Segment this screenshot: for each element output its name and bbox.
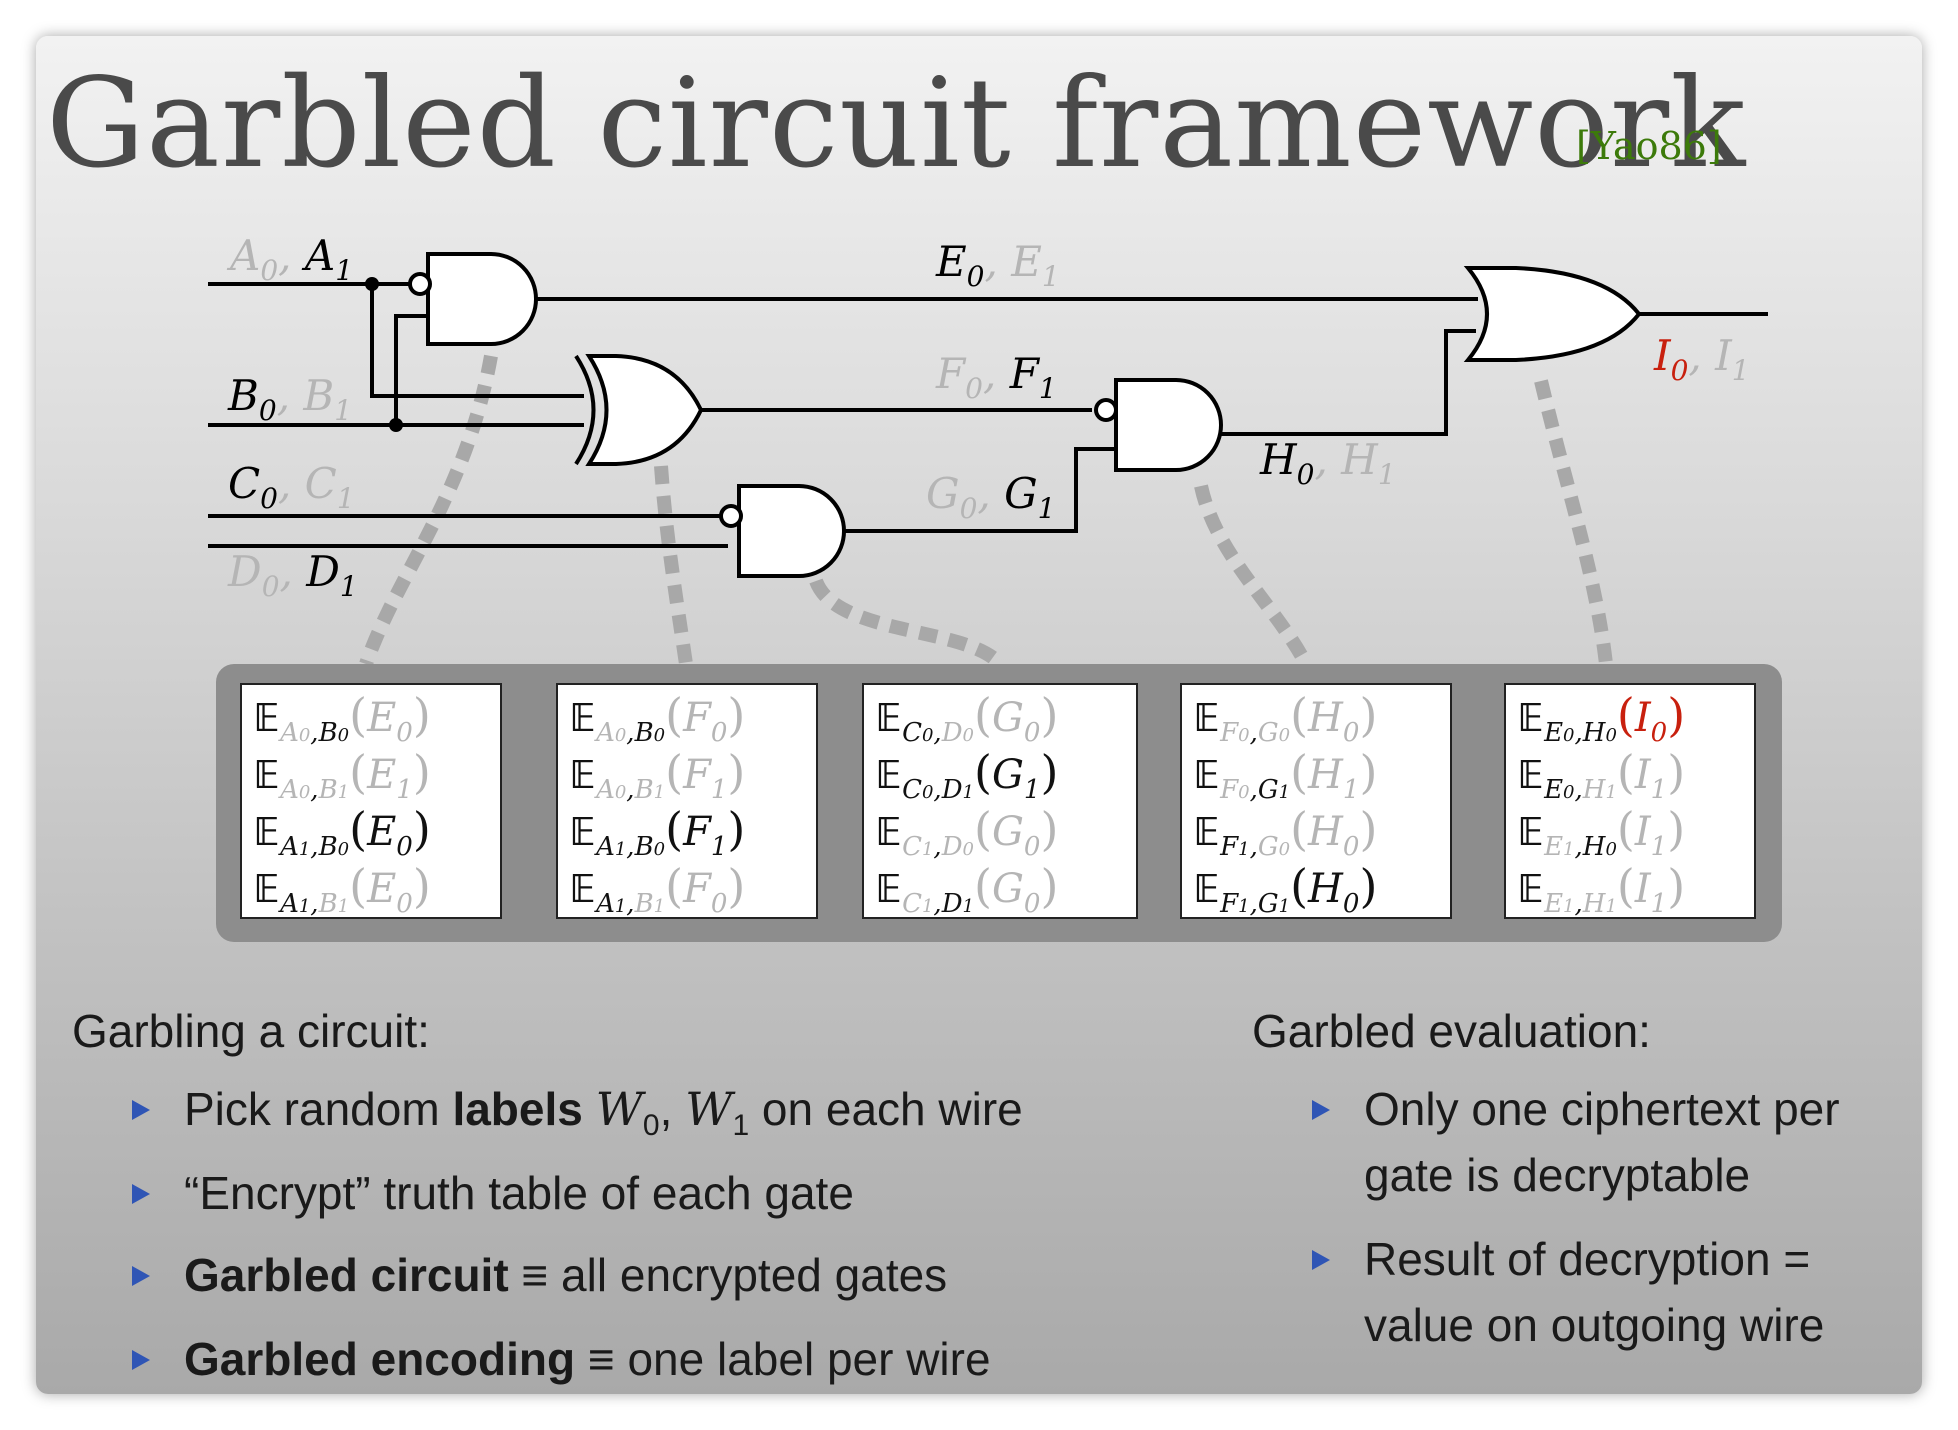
table-row: 𝔼F1,G0(H0) [1194,802,1378,862]
bullet-triangle-icon [132,1184,150,1204]
bullet-triangle-icon [132,1350,150,1370]
garbling-bullet-circuit: Garbled circuit ≡ all encrypted gates [132,1242,947,1308]
wire-label-g: G0, G1 [926,469,1055,525]
wire-label-f: F0, F1 [935,349,1057,405]
bullet-triangle-icon [132,1100,150,1120]
garbled-table-xor-a-b: 𝔼A0,B0(F0) 𝔼A0,B1(F1) 𝔼A1,B0(F1) 𝔼A1,B1(F0) [556,683,818,919]
wire-label-a: A0, A1 [226,231,353,287]
table-row: 𝔼F1,G1(H0) [1194,859,1378,919]
wire-label-d: D0, D1 [227,547,358,603]
or-gate-eh [1463,266,1642,362]
bullet-triangle-icon [1312,1250,1330,1270]
garbled-table-or-e-h: 𝔼E0,H0(I0) 𝔼E0,H1(I1) 𝔼E1,H0(I1) 𝔼E1,H1(I1) [1504,683,1756,919]
and-gate-cd [737,484,846,578]
table-row: 𝔼A0,B1(E1) [254,745,431,805]
xor-gate-ab [585,354,704,466]
slide: Garbled circuit framework [Yao86] A0, A1… [36,36,1922,1394]
table-row: 𝔼A0,B0(E0) [254,688,431,748]
evaluation-bullet-one-ciphertext: Only one ciphertext per gate is decryptab… [1312,1076,1840,1208]
wire-label-e: E0, E1 [935,237,1060,293]
garbling-bullet-encrypt: “Encrypt” truth table of each gate [132,1160,854,1226]
connector-and-cd [809,577,1006,670]
garbling-bullet-encoding: Garbled encoding ≡ one label per wire [132,1326,991,1392]
table-row: 𝔼A1,B0(F1) [570,802,746,862]
table-row: 𝔼E1,H0(I1) [1518,802,1686,862]
table-row: 𝔼A1,B0(E0) [254,802,431,862]
table-row: 𝔼F0,G1(H1) [1194,745,1378,805]
bullet-triangle-icon [1312,1100,1330,1120]
table-row: 𝔼F0,G0(H0) [1194,688,1378,748]
wire-h [1221,329,1476,436]
table-row: 𝔼C0,D1(G1) [876,745,1059,805]
garbling-bullet-labels: Pick random labels W0, W1 on each wire [132,1076,1023,1159]
garbling-heading: Garbling a circuit: [72,1005,430,1057]
garbled-table-and-c-d: 𝔼C0,D0(G0) 𝔼C0,D1(G1) 𝔼C1,D0(G0) 𝔼C1,D1(G0) [862,683,1138,919]
junction-a [365,277,379,291]
and-gate-ab [426,252,538,346]
inverter-bubble-a [408,272,432,296]
table-row: 𝔼C0,D0(G0) [876,688,1059,748]
wire-label-h: H0, H1 [1259,435,1396,491]
evaluation-bullet-result: Result of decryption = value on outgoing … [1312,1226,1824,1358]
table-row: 𝔼A1,B1(E0) [254,859,431,919]
table-row: 𝔼C1,D1(G0) [876,859,1059,919]
connector-and-ab [359,354,498,667]
garbled-table-and-f-g: 𝔼F0,G0(H0) 𝔼F0,G1(H1) 𝔼F1,G0(H0) 𝔼F1,G1(H0) [1180,683,1452,919]
table-row: 𝔼A0,B0(F0) [570,688,746,748]
table-row: 𝔼E1,H1(I1) [1518,859,1686,919]
wire-label-b: B0, B1 [227,371,352,427]
table-row: 𝔼C1,D0(G0) [876,802,1059,862]
wire-b-branch [394,314,428,425]
table-row: 𝔼A1,B1(F0) [570,859,746,919]
connector-and-fg [1194,484,1313,668]
table-row: 𝔼E0,H0(I0) [1518,688,1686,748]
xor-gate-ab-back [574,354,596,466]
evaluation-heading: Garbled evaluation: [1252,1005,1651,1057]
bullet-triangle-icon [132,1266,150,1286]
wire-label-i: I0, I1 [1653,331,1750,387]
table-row: 𝔼E0,H1(I1) [1518,745,1686,805]
connector-or-eh [1534,379,1613,665]
garbled-table-and-a-b: 𝔼A0,B0(E0) 𝔼A0,B1(E1) 𝔼A1,B0(E0) 𝔼A1,B1(E0) [240,683,502,919]
junction-b [389,418,403,432]
wire-label-c: C0, C1 [228,459,355,515]
and-gate-fg [1114,378,1223,472]
inverter-bubble-f [1094,398,1118,422]
connector-xor-ab [654,465,693,666]
table-row: 𝔼A0,B1(F1) [570,745,746,805]
inverter-bubble-c [719,504,743,528]
